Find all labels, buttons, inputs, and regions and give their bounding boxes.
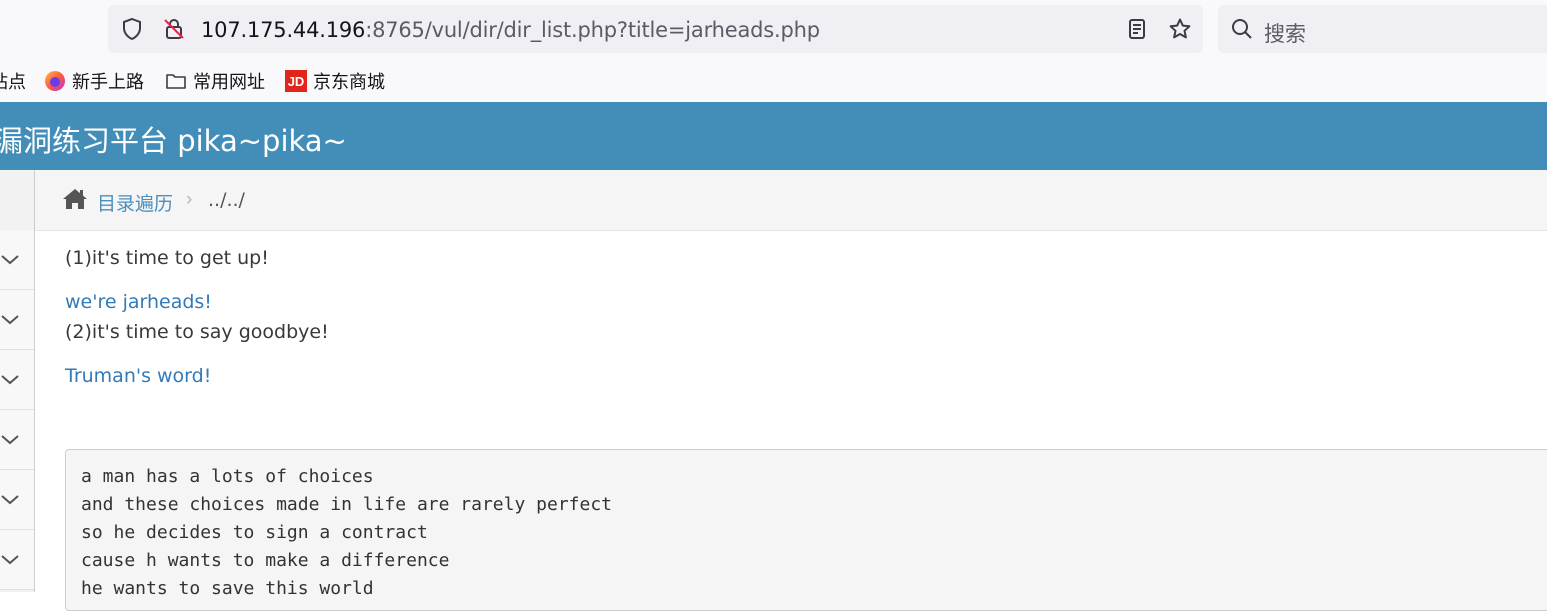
url-host: 107.175.44.196	[201, 18, 366, 42]
bookmark-label: 新手上路	[72, 72, 144, 93]
text-line-1: (1)it's time to get up!	[65, 247, 269, 269]
chevron-down-icon	[1, 555, 19, 565]
sidebar-menu-item[interactable]	[0, 410, 34, 470]
sidebar-menu-item[interactable]	[0, 470, 34, 530]
poem-line: cause h wants to make a difference	[81, 550, 450, 571]
bookmark-jd[interactable]: JD 京东商城	[285, 68, 385, 94]
home-icon	[63, 189, 87, 209]
bookmark-label: 京东商城	[313, 72, 385, 93]
breadcrumb-separator: ›	[186, 189, 193, 210]
sidebar-menu-item[interactable]	[0, 530, 34, 590]
poem-line: a man has a lots of choices	[81, 466, 374, 487]
main-content: (1)it's time to get up! we're jarheads! …	[65, 230, 1547, 611]
address-bar[interactable]: 107.175.44.196:8765/vul/dir/dir_list.php…	[108, 5, 1203, 53]
bookmark-getting-started[interactable]: 新手上路	[44, 68, 144, 94]
bookmark-common-sites[interactable]: 常用网址	[165, 68, 265, 94]
browser-toolbar: 107.175.44.196:8765/vul/dir/dir_list.php…	[0, 0, 1547, 60]
folder-icon	[166, 74, 186, 89]
breadcrumb-current: ../../	[208, 189, 245, 211]
jd-icon: JD	[285, 70, 307, 92]
firefox-icon	[45, 71, 65, 91]
site-brand[interactable]: 漏洞练习平台 pika~pika~	[0, 118, 347, 160]
link-jarheads[interactable]: we're jarheads!	[65, 291, 212, 313]
poem-block: a man has a lots of choices and these ch…	[65, 449, 1547, 611]
chevron-down-icon	[1, 255, 19, 265]
url-path: :8765/vul/dir/dir_list.php?title=jarhead…	[365, 18, 820, 42]
sidebar-menu-item[interactable]	[0, 290, 34, 350]
breadcrumb: 目录遍历 › ../../	[35, 170, 1547, 231]
sidebar-menu-item[interactable]	[0, 230, 34, 290]
search-bar[interactable]: 搜索	[1218, 5, 1547, 53]
chevron-down-icon	[1, 495, 19, 505]
shield-icon[interactable]	[120, 17, 144, 41]
bookmarks-toolbar: 站点 新手上路 常用网址 JD 京东商城	[0, 60, 1547, 102]
reader-view-icon[interactable]	[1125, 17, 1149, 41]
poem-line: and these choices made in life are rarel…	[81, 494, 613, 515]
site-navbar: 漏洞练习平台 pika~pika~	[0, 102, 1547, 170]
bookmark-sites[interactable]: 站点	[0, 68, 26, 94]
link-trumans-word[interactable]: Truman's word!	[65, 365, 211, 387]
bookmark-label: 站点	[0, 72, 26, 93]
chevron-down-icon	[1, 435, 19, 445]
sidebar	[0, 170, 35, 592]
bookmark-star-icon[interactable]	[1168, 17, 1192, 41]
search-icon	[1232, 19, 1252, 39]
chevron-down-icon	[1, 315, 19, 325]
insecure-lock-icon[interactable]	[162, 17, 186, 41]
bookmark-label: 常用网址	[193, 72, 265, 93]
poem-line: so he decides to sign a contract	[81, 522, 428, 543]
url-text[interactable]: 107.175.44.196:8765/vul/dir/dir_list.php…	[201, 18, 820, 42]
text-line-2: (2)it's time to say goodbye!	[65, 321, 329, 343]
poem-line: he wants to save this world	[81, 578, 374, 599]
search-placeholder: 搜索	[1264, 22, 1306, 46]
chevron-down-icon	[1, 375, 19, 385]
svg-text:JD: JD	[288, 74, 305, 89]
sidebar-menu-item[interactable]	[0, 350, 34, 410]
breadcrumb-link-dir-traversal[interactable]: 目录遍历	[97, 189, 173, 216]
